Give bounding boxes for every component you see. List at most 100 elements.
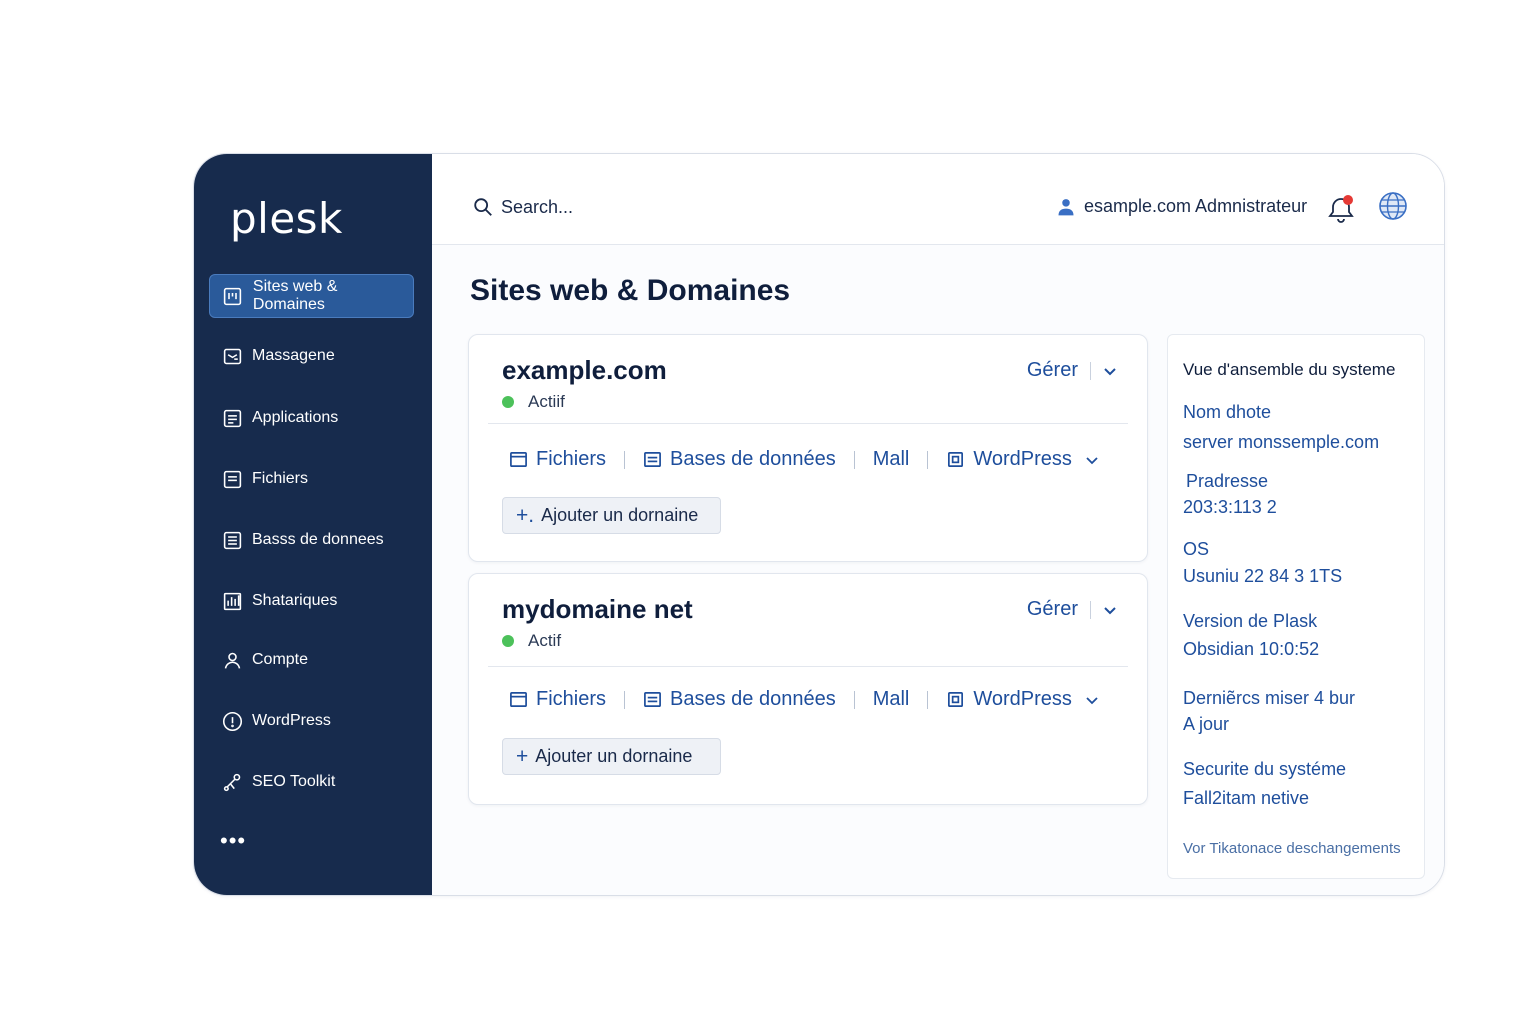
wordpress-icon bbox=[221, 710, 243, 732]
seo-icon bbox=[221, 771, 243, 793]
changelog-link[interactable]: Vor Tikatonace deschangements bbox=[1183, 840, 1401, 857]
chevron-down-icon[interactable] bbox=[1103, 605, 1117, 615]
mail-link[interactable]: Mall bbox=[873, 448, 910, 471]
separator bbox=[927, 690, 929, 709]
more-menu-button[interactable]: ••• bbox=[220, 828, 246, 854]
chevron-down-icon[interactable] bbox=[1103, 366, 1117, 376]
system-overview-panel: Vue d'ansemble du systeme Nom dhote serv… bbox=[1167, 334, 1425, 879]
sidebar-item-applications[interactable]: Applications bbox=[209, 396, 414, 440]
sidebar: plesk Sites web & Domaines Massagene App… bbox=[194, 154, 432, 895]
apps-icon bbox=[221, 407, 243, 429]
version-label: Version de Plask bbox=[1183, 611, 1318, 631]
database-icon bbox=[221, 529, 243, 551]
manage-label: Gérer bbox=[1026, 598, 1078, 620]
card-divider bbox=[488, 423, 1128, 424]
search-placeholder: Search... bbox=[501, 196, 574, 217]
search-icon bbox=[474, 198, 492, 216]
search-field[interactable]: Search... bbox=[472, 196, 573, 218]
databases-link[interactable]: Bases de données bbox=[643, 688, 836, 711]
updates-label: Derniẽrcs miser 4 bur bbox=[1183, 688, 1356, 708]
sidebar-item-account[interactable]: Compte bbox=[209, 638, 414, 682]
wordpress-icon bbox=[948, 451, 964, 468]
domain-card: example.com Actiif Gérer Fichiers Bases … bbox=[468, 334, 1148, 562]
sidebar-item-label: Shatariques bbox=[252, 592, 338, 609]
add-domain-button[interactable]: + Ajouter un dornaine bbox=[502, 738, 721, 775]
app-window: plesk Sites web & Domaines Massagene App… bbox=[193, 153, 1445, 896]
sidebar-item-label: Sites web & Domaines bbox=[252, 278, 338, 313]
domain-status: Actif bbox=[502, 631, 561, 651]
domain-name[interactable]: example.com bbox=[502, 355, 667, 386]
domain-quick-links: Fichiers Bases de données Mall WordPress bbox=[509, 688, 1099, 711]
chevron-down-icon[interactable] bbox=[1085, 455, 1099, 465]
separator bbox=[624, 690, 626, 709]
main-content: Search... esample.com Admnistrateur Site… bbox=[432, 154, 1444, 895]
security-value: Fall2itam netive bbox=[1183, 788, 1310, 808]
add-domain-label: Ajouter un dornaine bbox=[535, 746, 693, 766]
version-value: Obsidian 10:0:52 bbox=[1183, 639, 1320, 659]
os-value: Usuniu 22 84 3 1TS bbox=[1183, 566, 1343, 586]
database-icon bbox=[644, 451, 661, 468]
os-label: OS bbox=[1183, 539, 1210, 559]
sidebar-item-seo-toolkit[interactable]: SEO Toolkit bbox=[209, 760, 414, 804]
hostname-label: Nom dhote bbox=[1183, 402, 1272, 422]
plus-icon: + bbox=[516, 744, 529, 768]
wordpress-icon bbox=[948, 691, 964, 708]
ip-value: 203:3:113 2 bbox=[1183, 497, 1277, 517]
domain-card: mydomaine net Actif Gérer Fichiers Bases… bbox=[468, 573, 1148, 805]
sidebar-item-label: Compte bbox=[252, 651, 309, 668]
files-link[interactable]: Fichiers bbox=[509, 448, 606, 471]
sidebar-item-label: Fichiers bbox=[252, 470, 309, 487]
page-title: Sites web & Domaines bbox=[470, 274, 791, 307]
files-icon bbox=[221, 468, 243, 490]
manage-button[interactable]: Gérer bbox=[1027, 598, 1117, 621]
wordpress-link-label: WordPress bbox=[973, 448, 1072, 470]
plus-icon: +. bbox=[516, 503, 535, 527]
window-icon bbox=[510, 451, 527, 468]
sidebar-item-databases[interactable]: Basss de donnees bbox=[209, 518, 414, 562]
separator bbox=[853, 690, 855, 709]
sidebar-item-statistics[interactable]: Shatariques bbox=[209, 579, 414, 623]
stats-icon bbox=[221, 590, 243, 612]
user-menu[interactable]: esample.com Admnistrateur bbox=[1056, 196, 1307, 217]
manage-label: Gérer bbox=[1026, 359, 1078, 381]
sidebar-item-mail[interactable]: Massagene bbox=[209, 334, 414, 378]
ip-label: Pradresse bbox=[1186, 471, 1269, 491]
databases-link-label: Bases de données bbox=[670, 688, 836, 710]
mail-link[interactable]: Mall bbox=[873, 688, 910, 711]
dashboard-icon bbox=[222, 285, 244, 307]
manage-button[interactable]: Gérer bbox=[1027, 359, 1117, 382]
files-link[interactable]: Fichiers bbox=[509, 688, 606, 711]
chevron-down-icon[interactable] bbox=[1085, 695, 1099, 705]
notification-bell-icon[interactable] bbox=[1327, 194, 1355, 224]
wordpress-link[interactable]: WordPress bbox=[946, 448, 1099, 471]
files-link-label: Fichiers bbox=[536, 448, 607, 470]
databases-link-label: Bases de données bbox=[670, 448, 836, 470]
card-divider bbox=[488, 666, 1128, 667]
updates-value: A jour bbox=[1183, 714, 1230, 734]
wordpress-link[interactable]: WordPress bbox=[946, 688, 1099, 711]
security-label: Securite du systéme bbox=[1183, 759, 1347, 779]
overview-title: Vue d'ansemble du systeme bbox=[1183, 360, 1396, 379]
separator bbox=[927, 450, 929, 469]
mail-icon bbox=[221, 345, 243, 367]
databases-link[interactable]: Bases de données bbox=[643, 448, 836, 471]
globe-icon[interactable] bbox=[1378, 191, 1408, 221]
separator bbox=[1090, 600, 1091, 619]
wordpress-link-label: WordPress bbox=[973, 688, 1072, 710]
add-domain-label: Ajouter un dornaine bbox=[541, 505, 699, 525]
user-icon bbox=[221, 649, 243, 671]
domain-name[interactable]: mydomaine net bbox=[502, 594, 693, 625]
status-label: Actiif bbox=[528, 392, 565, 411]
user-icon bbox=[1058, 198, 1074, 215]
sidebar-item-websites-domains[interactable]: Sites web & Domaines bbox=[209, 274, 414, 318]
plesk-logo[interactable]: plesk bbox=[230, 194, 343, 243]
mail-link-label: Mall bbox=[872, 688, 910, 710]
sidebar-item-wordpress[interactable]: WordPress bbox=[209, 699, 414, 743]
sidebar-item-label: Basss de donnees bbox=[252, 531, 384, 548]
window-icon bbox=[510, 691, 527, 708]
add-domain-button[interactable]: +. Ajouter un dornaine bbox=[502, 497, 721, 534]
separator bbox=[624, 450, 626, 469]
domain-quick-links: Fichiers Bases de données Mall WordPress bbox=[509, 448, 1099, 471]
sidebar-item-files[interactable]: Fichiers bbox=[209, 457, 414, 501]
user-label: esample.com Admnistrateur bbox=[1084, 196, 1308, 216]
